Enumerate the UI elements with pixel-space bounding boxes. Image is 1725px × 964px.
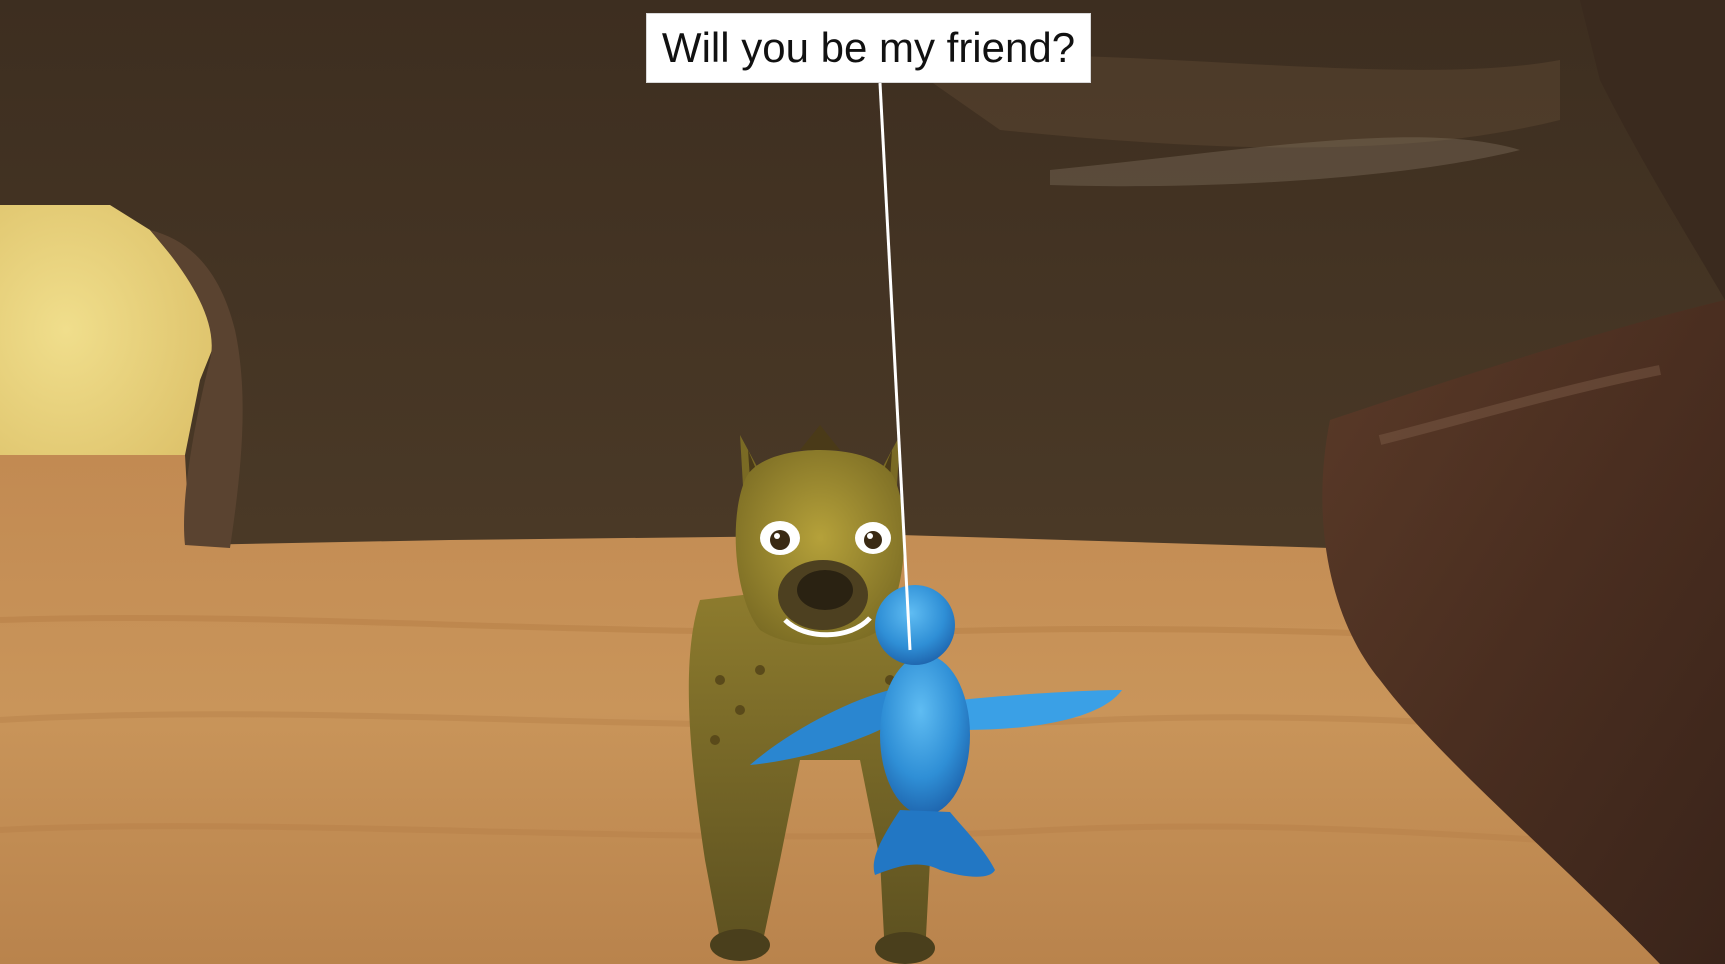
scene-render [0, 0, 1725, 964]
speech-text: Will you be my friend? [661, 24, 1076, 71]
game-viewport[interactable]: Will you be my friend? [0, 0, 1725, 964]
speech-bubble: Will you be my friend? [646, 13, 1091, 83]
